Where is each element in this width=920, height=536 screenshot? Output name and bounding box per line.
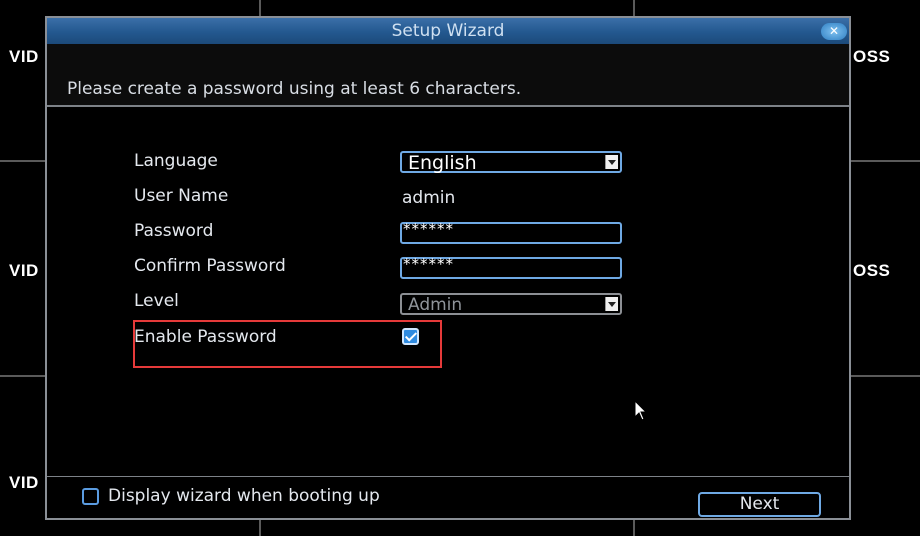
password-field[interactable]: ****** xyxy=(400,220,622,244)
password-hint-text: Please create a password using at least … xyxy=(67,79,522,99)
camera-label-4: VID xyxy=(9,261,39,280)
enable-password-checkbox[interactable] xyxy=(402,328,419,345)
camera-label-1: VID xyxy=(9,47,39,66)
language-select[interactable]: English xyxy=(400,151,622,174)
close-icon[interactable]: ✕ xyxy=(821,23,847,40)
level-label: Level xyxy=(134,291,179,311)
mouse-cursor-icon xyxy=(634,400,648,421)
footer-divider xyxy=(47,476,849,477)
confirm-password-field[interactable]: ****** xyxy=(400,255,622,279)
enable-password-label: Enable Password xyxy=(134,327,277,347)
dialog-title: Setup Wizard xyxy=(391,21,505,41)
chevron-down-icon[interactable] xyxy=(605,155,618,169)
display-wizard-label: Display wizard when booting up xyxy=(108,486,380,506)
language-value: English xyxy=(408,152,477,174)
camera-label-7: VID xyxy=(9,473,39,492)
setup-wizard-dialog: Setup Wizard ✕ Please create a password … xyxy=(45,16,851,520)
hint-bar: Please create a password using at least … xyxy=(47,44,849,107)
user-name-label: User Name xyxy=(134,186,229,206)
display-wizard-checkbox[interactable] xyxy=(82,488,99,505)
level-value: Admin xyxy=(408,295,463,315)
camera-label-6: OSS xyxy=(853,261,891,280)
user-name-value: admin xyxy=(402,188,456,208)
camera-label-3: OSS xyxy=(853,47,891,66)
confirm-password-value: ****** xyxy=(403,255,454,273)
password-label: Password xyxy=(134,221,214,241)
next-button[interactable]: Next xyxy=(698,492,821,517)
language-label: Language xyxy=(134,151,218,171)
level-select: Admin xyxy=(400,293,622,315)
confirm-password-label: Confirm Password xyxy=(134,256,286,276)
password-value: ****** xyxy=(403,220,454,238)
chevron-down-icon xyxy=(605,297,618,311)
dialog-titlebar[interactable]: Setup Wizard ✕ xyxy=(47,18,849,45)
